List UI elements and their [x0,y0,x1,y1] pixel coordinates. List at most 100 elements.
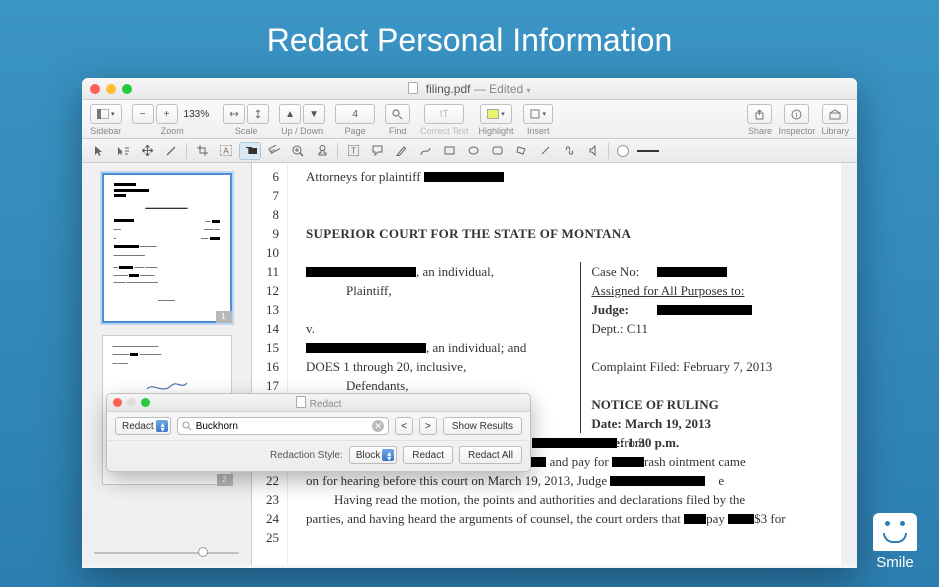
line-number: 10 [252,243,287,262]
text: DOES 1 through 20, inclusive, [306,357,572,376]
court-heading: SUPERIOR COURT FOR THE STATE OF MONTANA [306,224,823,243]
page-number-field[interactable]: 4 [335,104,375,124]
text: parties, and having heard the arguments … [306,509,681,528]
text: v. [306,319,572,338]
highlight-tool[interactable] [390,142,412,160]
text: $3 for [754,509,785,528]
show-results-button[interactable]: Show Results [443,417,522,435]
oval-tool[interactable] [462,142,484,160]
note-tool[interactable] [366,142,388,160]
redact-all-button[interactable]: Redact All [459,446,522,464]
text: Assigned for All Purposes to: [591,281,744,300]
titlebar: filing.pdf — Edited ▾ [82,78,857,100]
insert-button[interactable]: ▾ [523,104,553,124]
polygon-tool[interactable] [510,142,532,160]
scale-label: Scale [235,126,258,136]
sidebar-label: Sidebar [90,126,121,136]
library-label: Library [821,126,849,136]
highlight-button[interactable]: ▾ [480,104,512,124]
text-select-tool[interactable] [112,142,134,160]
redaction-bar [612,457,644,467]
redaction-style-select[interactable]: Block▴▾ [349,446,397,464]
brand-logo: Smile [873,513,917,571]
redact-mode-select[interactable]: Redact▴▾ [115,417,171,435]
draw-tool[interactable] [414,142,436,160]
document-icon [296,396,306,408]
panel-title: Redact [310,399,342,410]
text-box-tool[interactable]: T [342,142,364,160]
share-button[interactable] [747,104,772,124]
line-number: 8 [252,205,287,224]
line-number: 12 [252,281,287,300]
thumbnail-size-slider[interactable] [94,547,239,559]
audio-tool[interactable] [582,142,604,160]
page-down-button[interactable]: ▼ [303,104,325,124]
page-label: Page [345,126,366,136]
filename-label: filing.pdf [426,82,471,96]
text: rash ointment came [644,452,746,471]
redact-search-input[interactable] [196,421,368,432]
redact-tool[interactable]: T [239,142,261,160]
app-window: filing.pdf — Edited ▾ ▾ Sidebar − + 133%… [82,78,857,568]
text: Case No: [591,262,653,281]
line-number: 25 [252,528,287,547]
document-view: 678910111213141516171819202122232425 Att… [252,163,857,565]
line-number: 23 [252,490,287,509]
text: from [620,433,645,452]
stamp-tool[interactable] [311,142,333,160]
zoom-label: Zoom [161,126,184,136]
page-content: Attorneys for plaintiff SUPERIOR COURT F… [288,163,857,565]
redaction-style-label: Redaction Style: [270,450,343,461]
text: Judge: [591,300,653,319]
measure-tool[interactable] [263,142,285,160]
fill-color-well[interactable] [617,145,629,157]
text: pay [706,509,725,528]
zoom-out-button[interactable]: − [132,104,154,124]
next-result-button[interactable]: > [419,417,437,435]
prev-result-button[interactable]: < [395,417,413,435]
updown-label: Up / Down [281,126,323,136]
text: on for hearing before this court on Marc… [306,471,607,490]
clear-search-button[interactable]: ✕ [372,420,384,432]
line-number: 14 [252,319,287,338]
stroke-width-control[interactable] [637,150,659,152]
line-annot-tool[interactable] [534,142,556,160]
text: Having read the motion, the points and a… [306,490,823,509]
redaction-bar [610,476,705,486]
thumb-page-number: 2 [217,474,233,486]
redact-search-field[interactable]: ✕ [177,417,389,435]
sidebar-toggle-button[interactable]: ▾ [90,104,122,124]
page-thumbnail-1[interactable]: ━━━━━━━━━━━━━━ ━━ ━━━━━━━ ━━ ━━━━ ━━━━━━… [102,173,232,323]
rect-tool[interactable] [438,142,460,160]
edit-toolbar: A T T [82,139,857,163]
redaction-bar [684,514,706,524]
thumb-page-number: 1 [216,311,232,323]
loupe-tool[interactable] [287,142,309,160]
hero-title: Redact Personal Information [0,0,939,71]
crop-tool[interactable] [191,142,213,160]
line-tool[interactable] [160,142,182,160]
library-button[interactable] [822,104,848,124]
correct-text-button[interactable]: tT [424,104,464,124]
link-tool[interactable] [558,142,580,160]
text: , an individual; and [426,338,526,357]
line-number: 15 [252,338,287,357]
find-button[interactable] [385,104,410,124]
zoom-in-button[interactable]: + [156,104,178,124]
inspector-button[interactable]: i [784,104,809,124]
svg-text:T: T [351,147,356,156]
text: Complaint Filed: February 7, 2013 [591,357,823,376]
scale-height-button[interactable] [247,104,269,124]
rounded-rect-tool[interactable] [486,142,508,160]
line-number: 13 [252,300,287,319]
page-up-button[interactable]: ▲ [279,104,301,124]
scale-width-button[interactable] [223,104,245,124]
select-tool[interactable] [88,142,110,160]
line-number: 22 [252,471,287,490]
ocr-tool[interactable]: A [215,142,237,160]
move-tool[interactable] [136,142,158,160]
brand-name: Smile [873,554,917,571]
line-number: 11 [252,262,287,281]
window-title: filing.pdf — Edited ▾ [82,82,857,96]
redact-button[interactable]: Redact [403,446,453,464]
